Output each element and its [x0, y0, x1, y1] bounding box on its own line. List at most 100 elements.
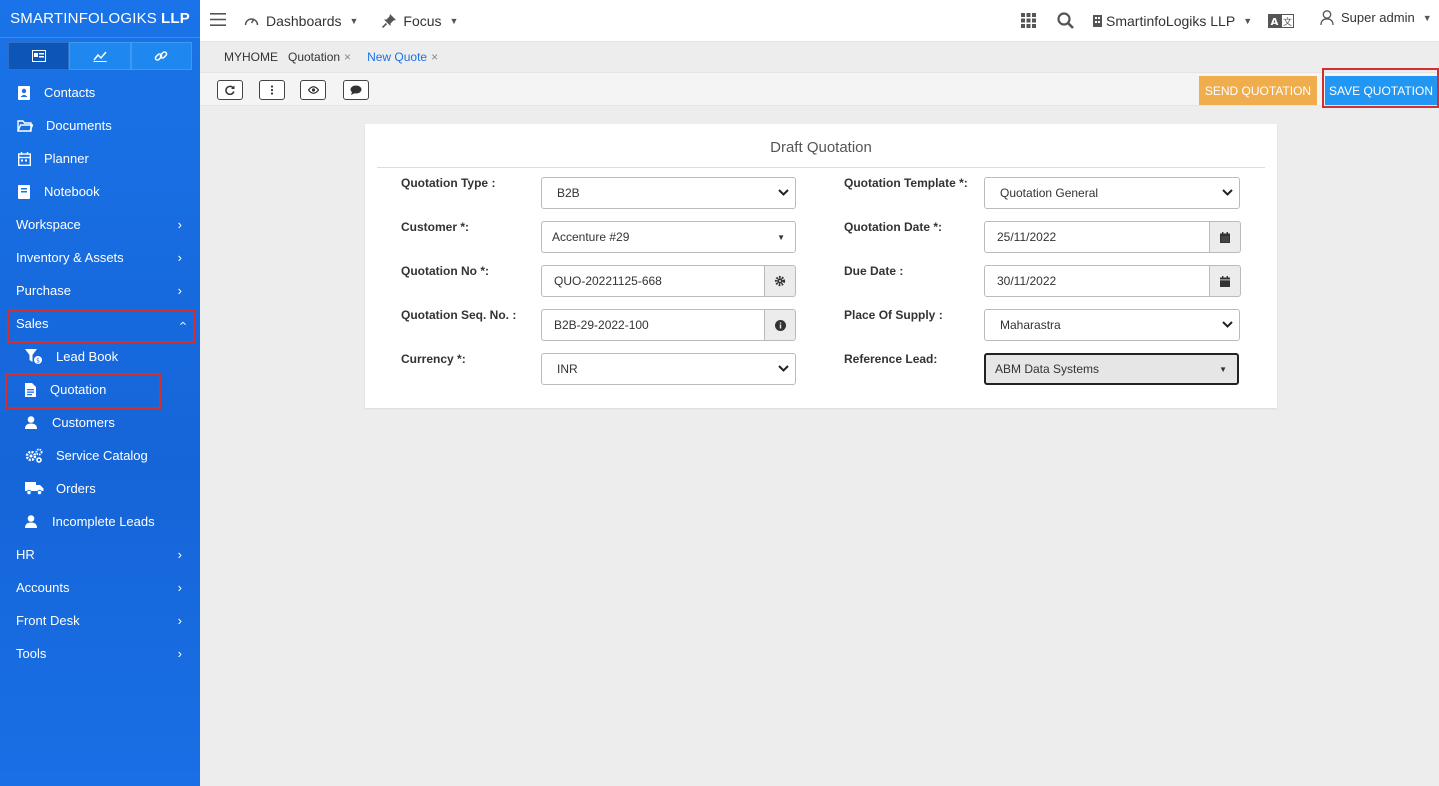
sidebar-item-purchase[interactable]: Purchase › — [0, 274, 200, 307]
place-of-supply-select[interactable]: Maharastra — [984, 309, 1240, 341]
tab-quotation[interactable]: Quotation — [288, 50, 340, 64]
quotation-date-value: 25/11/2022 — [997, 230, 1057, 244]
tab-chart[interactable] — [69, 42, 131, 70]
breadcrumb-home[interactable]: MYHOME — [224, 50, 278, 64]
sidebar-item-label: Documents — [46, 118, 112, 133]
sidebar-item-notebook[interactable]: Notebook — [0, 175, 200, 208]
brand-logo[interactable]: SMARTINFOLOGIKS LLP — [0, 0, 200, 38]
chevron-right-icon: › — [177, 547, 182, 562]
svg-text:文: 文 — [1283, 16, 1292, 28]
brand-name: SMARTINFOLOGIKS — [10, 10, 157, 27]
sidebar-item-label: Workspace — [16, 217, 81, 232]
sidebar-subitem-lead-book[interactable]: $ Lead Book — [0, 340, 200, 373]
sidebar-subitem-orders[interactable]: Orders — [0, 472, 200, 505]
pin-icon — [382, 13, 397, 28]
user-icon — [24, 515, 38, 528]
close-tab-new-quote-icon[interactable]: × — [431, 50, 438, 64]
hamburger-menu-icon[interactable] — [210, 12, 226, 29]
chevron-right-icon: › — [177, 580, 182, 595]
sidebar-item-workspace[interactable]: Workspace › — [0, 208, 200, 241]
comment-button[interactable] — [343, 80, 369, 100]
reference-lead-select[interactable]: ABM Data Systems ▼ — [984, 353, 1239, 385]
close-tab-quotation-icon[interactable]: × — [344, 50, 351, 64]
tab-dashboard[interactable] — [8, 42, 70, 70]
chevron-down-icon — [778, 363, 789, 375]
sidebar-subitem-service-catalog[interactable]: Service Catalog — [0, 439, 200, 472]
tab-new-quote[interactable]: New Quote — [367, 50, 427, 64]
user-menu[interactable]: Super admin ▼ — [1320, 10, 1432, 25]
sidebar-item-documents[interactable]: Documents — [0, 109, 200, 142]
sidebar-item-inventory[interactable]: Inventory & Assets › — [0, 241, 200, 274]
preview-button[interactable] — [300, 80, 326, 100]
quotation-date-field[interactable]: 25/11/2022 — [984, 221, 1210, 253]
sidebar-item-label: Front Desk — [16, 613, 80, 628]
sidebar-item-label: Incomplete Leads — [52, 514, 155, 529]
sidebar-item-accounts[interactable]: Accounts › — [0, 571, 200, 604]
kebab-icon — [270, 85, 274, 95]
sidebar-item-label: Planner — [44, 151, 89, 166]
calendar-icon — [1220, 231, 1230, 243]
sidebar-item-planner[interactable]: Planner — [0, 142, 200, 175]
chevron-right-icon: › — [177, 646, 182, 661]
quotation-no-settings-button[interactable] — [765, 265, 796, 297]
top-navbar: Dashboards ▼ Focus ▼ SmartinfoLogiks LLP… — [200, 0, 1439, 42]
more-options-button[interactable] — [259, 80, 285, 100]
quotation-seq-info-button[interactable] — [765, 309, 796, 341]
form-title: Draft Quotation — [377, 124, 1265, 168]
quotation-template-value: Quotation General — [1000, 186, 1099, 200]
chevron-down-icon — [1222, 187, 1233, 199]
sidebar-icon-tabs — [8, 42, 192, 70]
sidebar-item-contacts[interactable]: Contacts — [0, 76, 200, 109]
customer-select[interactable]: Accenture #29 ▼ — [541, 221, 796, 253]
customer-label: Customer *: — [401, 220, 470, 234]
company-switcher[interactable]: SmartinfoLogiks LLP ▼ — [1093, 13, 1252, 29]
chart-icon — [93, 51, 107, 62]
place-of-supply-value: Maharastra — [1000, 318, 1061, 332]
funnel-icon: $ — [24, 348, 44, 365]
chevron-down-icon — [778, 187, 789, 199]
quotation-type-select[interactable]: B2B — [541, 177, 796, 209]
caret-down-icon: ▼ — [349, 15, 359, 26]
info-icon — [774, 319, 786, 331]
sidebar-item-label: Customers — [52, 415, 115, 430]
sidebar-subitem-incomplete-leads[interactable]: Incomplete Leads — [0, 505, 200, 538]
due-date-picker-button[interactable] — [1210, 265, 1241, 297]
chevron-right-icon: › — [177, 283, 182, 298]
sidebar-item-label: Service Catalog — [56, 448, 148, 463]
sidebar-item-hr[interactable]: HR › — [0, 538, 200, 571]
currency-value: INR — [557, 362, 578, 376]
due-date-field[interactable]: 30/11/2022 — [984, 265, 1210, 297]
currency-select[interactable]: INR — [541, 353, 796, 385]
comment-icon — [350, 85, 362, 95]
language-icon[interactable]: A文 — [1268, 14, 1294, 31]
currency-label: Currency *: — [401, 352, 466, 366]
quotation-no-value: QUO-20221125-668 — [554, 274, 662, 288]
focus-menu[interactable]: Focus ▼ — [382, 13, 458, 29]
svg-text:A: A — [1271, 17, 1279, 28]
gauge-icon — [244, 18, 259, 26]
apps-grid-icon[interactable] — [1021, 13, 1036, 31]
refresh-button[interactable] — [217, 80, 243, 100]
chevron-right-icon: › — [177, 217, 182, 232]
tab-link[interactable] — [130, 42, 192, 70]
refresh-icon — [225, 85, 235, 95]
dashboards-menu[interactable]: Dashboards ▼ — [244, 13, 358, 29]
search-icon[interactable] — [1057, 12, 1074, 32]
sidebar-item-label: HR — [16, 547, 35, 562]
sidebar-item-label: Orders — [56, 481, 96, 496]
sidebar-item-tools[interactable]: Tools › — [0, 637, 200, 670]
dashboards-label: Dashboards — [266, 12, 342, 29]
quotation-no-field[interactable]: QUO-20221125-668 — [541, 265, 765, 297]
notebook-icon — [16, 184, 32, 200]
sidebar-item-front-desk[interactable]: Front Desk › — [0, 604, 200, 637]
sidebar: SMARTINFOLOGIKS LLP Contacts Documents P… — [0, 0, 200, 786]
quotation-template-select[interactable]: Quotation General — [984, 177, 1240, 209]
contact-icon — [16, 85, 32, 101]
quotation-type-value: B2B — [557, 186, 580, 200]
send-quotation-button[interactable]: SEND QUOTATION — [1199, 76, 1317, 105]
breadcrumb: MYHOME Quotation × New Quote × — [200, 42, 1439, 72]
sidebar-subitem-customers[interactable]: Customers — [0, 406, 200, 439]
quotation-seq-field[interactable]: B2B-29-2022-100 — [541, 309, 765, 341]
highlight-box-sales — [7, 309, 195, 343]
quotation-date-picker-button[interactable] — [1210, 221, 1241, 253]
